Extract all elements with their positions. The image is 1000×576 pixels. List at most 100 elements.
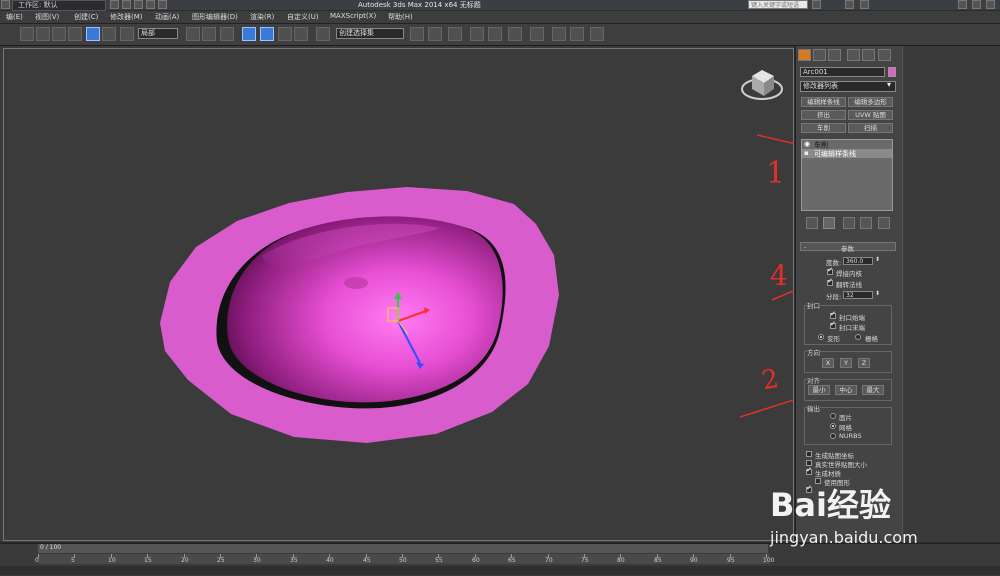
viewport-scene[interactable] [0,46,794,542]
gen-mat-ids-checkbox[interactable] [806,466,812,475]
spinner-arrows-icon[interactable]: ⬍ [875,290,880,297]
schematic-view-icon[interactable] [508,27,522,41]
render-setup-icon[interactable] [552,27,566,41]
align-icon[interactable] [428,27,442,41]
keyboard-shortcut-icon[interactable] [220,27,234,41]
degrees-spinner[interactable]: 360.0 [843,257,873,265]
create-tab-icon[interactable] [798,49,811,61]
expand-icon[interactable]: ▪ [804,149,809,157]
uvw-map-button[interactable]: UVW 贴图 [848,110,893,120]
app-icon[interactable] [1,0,10,9]
lathe-button[interactable]: 车削 [801,123,846,133]
selection-set-dropdown[interactable]: 创建选择集 [336,28,404,39]
menu-customize[interactable]: 自定义(U) [287,12,319,22]
rendered-frame-icon[interactable] [570,27,584,41]
sweep-button[interactable]: 扫描 [848,123,893,133]
motion-tab-icon[interactable] [847,49,860,61]
extrude-button[interactable]: 挤出 [801,110,846,120]
mirror-icon[interactable] [410,27,424,41]
open-icon[interactable] [122,0,131,9]
morph-radio[interactable] [818,334,824,340]
angle-snap-icon[interactable] [260,27,274,41]
cap-start-checkbox[interactable] [830,310,836,319]
move-icon[interactable] [86,27,100,41]
rotate-icon[interactable] [102,27,116,41]
make-unique-icon[interactable] [843,217,855,229]
flip-normals-checkbox[interactable] [827,277,833,286]
object-color-swatch[interactable] [888,67,896,77]
utilities-tab-icon[interactable] [878,49,891,61]
menu-create[interactable]: 创建(C) [74,12,98,22]
track-bar[interactable]: 0 5 10 15 20 25 30 35 40 45 50 55 60 65 70 75 80 85 90 95 10… [35,554,774,564]
edit-poly-button[interactable]: 编辑多边形 [848,97,893,107]
edit-spline-button[interactable]: 编辑样条线 [801,97,846,107]
window-cross-icon[interactable] [68,27,82,41]
edit-named-sets-icon[interactable] [316,27,330,41]
align-min-button[interactable]: 最小 [808,385,830,395]
weld-core-checkbox[interactable] [827,266,833,275]
graphite-icon[interactable] [470,27,484,41]
cap-end-checkbox[interactable] [830,320,836,329]
select-icon[interactable] [36,27,50,41]
menu-maxscript[interactable]: MAXScript(X) [330,12,376,20]
undo-icon[interactable] [146,0,155,9]
segments-spinner[interactable]: 32 [843,291,873,299]
stack-item-editable-spline[interactable]: ▪ 可编辑样条线 [802,149,892,158]
pivot-icon[interactable] [186,27,200,41]
maximize-icon[interactable] [972,0,981,9]
viewcube[interactable] [741,70,783,100]
percent-snap-icon[interactable] [278,27,292,41]
direction-y-button[interactable]: Y [840,358,852,368]
hierarchy-tab-icon[interactable] [828,49,841,61]
spinner-snap-icon[interactable] [294,27,308,41]
link-icon[interactable] [20,27,34,41]
help-icon[interactable] [860,0,869,9]
grid-radio[interactable] [855,334,861,340]
select-manipulate-icon[interactable] [202,27,216,41]
menu-help[interactable]: 帮助(H) [388,12,413,22]
render-icon[interactable] [590,27,604,41]
menu-view[interactable]: 视图(V) [35,12,59,22]
parameters-rollout-header[interactable]: - 参数 [800,242,896,253]
curve-editor-icon[interactable] [488,27,502,41]
layer-manager-icon[interactable] [448,27,462,41]
search-icon[interactable] [812,0,821,9]
bulb-icon[interactable]: ◉ [804,140,810,148]
direction-x-button[interactable]: X [822,358,834,368]
object-name-field[interactable]: Arc001 [800,67,885,77]
spinner-arrows-icon[interactable]: ⬍ [875,256,880,263]
new-icon[interactable] [110,0,119,9]
gen-map-coords-checkbox[interactable] [806,451,812,457]
remove-modifier-icon[interactable] [860,217,872,229]
menu-graph-editors[interactable]: 图形编辑器(D) [192,12,238,22]
save-icon[interactable] [134,0,143,9]
close-icon[interactable] [986,0,995,9]
material-editor-icon[interactable] [530,27,544,41]
align-max-button[interactable]: 最大 [862,385,884,395]
time-slider[interactable]: 0 / 100 [38,544,768,553]
pin-stack-icon[interactable] [806,217,818,229]
output-patch-radio[interactable] [830,413,836,419]
menu-animation[interactable]: 动画(A) [155,12,179,22]
output-mesh-radio[interactable] [830,423,836,429]
display-tab-icon[interactable] [862,49,875,61]
rect-select-icon[interactable] [52,27,66,41]
show-end-result-icon[interactable] [823,217,835,229]
stack-item-lathe[interactable]: ◉ 车削 [802,140,892,149]
ref-coord-dropdown[interactable]: 局部 [138,28,178,39]
exchange-icon[interactable] [845,0,854,9]
menu-rendering[interactable]: 渲染(R) [250,12,274,22]
search-input[interactable]: 键入关键字或短语 [748,0,808,9]
configure-sets-icon[interactable] [878,217,890,229]
direction-z-button[interactable]: Z [858,358,870,368]
redo-icon[interactable] [158,0,167,9]
modifier-list-dropdown[interactable]: 修改器列表 [800,81,896,92]
minimize-icon[interactable] [958,0,967,9]
align-center-button[interactable]: 中心 [835,385,857,395]
output-nurbs-radio[interactable] [830,433,836,439]
snap-toggle-icon[interactable] [242,27,256,41]
modify-tab-icon[interactable] [813,49,826,61]
menu-edit[interactable]: 编(E) [6,12,23,22]
scale-icon[interactable] [120,27,134,41]
menu-modifiers[interactable]: 修改器(M) [110,12,143,22]
